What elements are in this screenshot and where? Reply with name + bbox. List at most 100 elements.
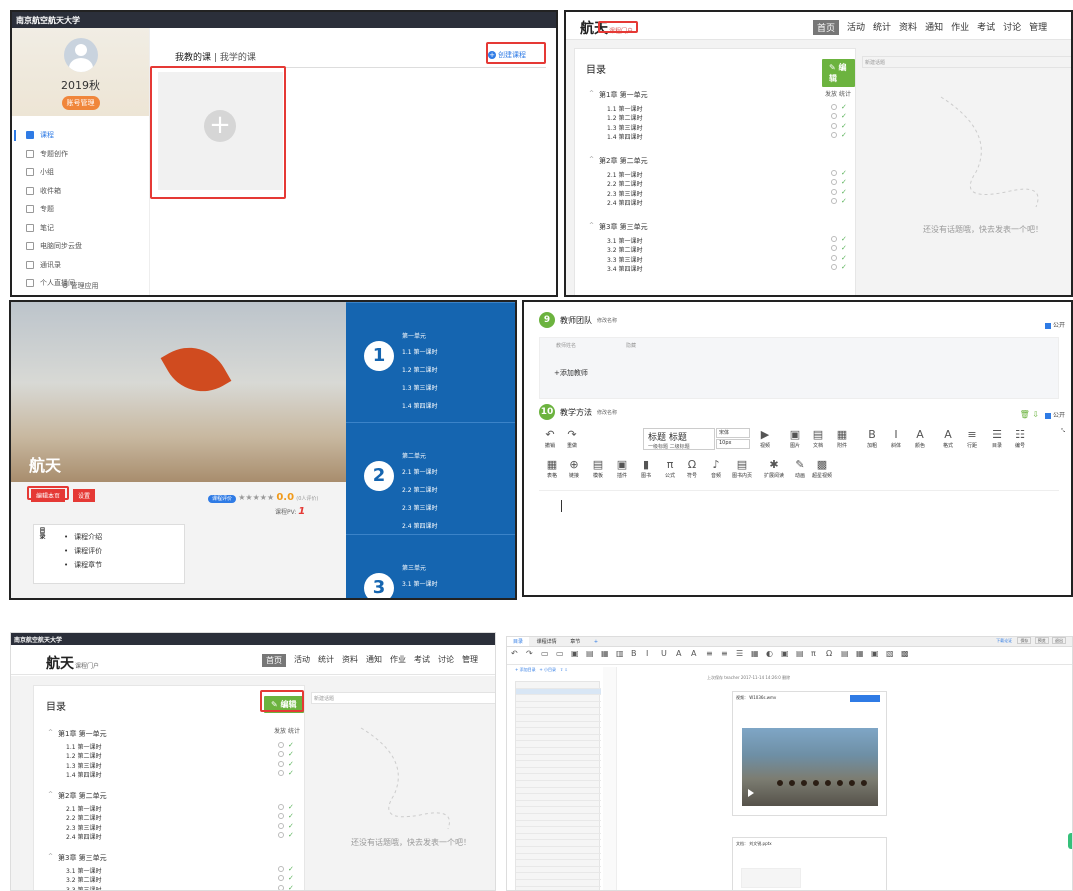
collapse-chevron-icon[interactable]: ^ [48,729,53,736]
nav-home-2[interactable]: 首页 [262,654,286,667]
release-status[interactable]: ✓ [831,122,847,130]
unit-lesson-link[interactable]: 2.2 第二课时 [402,485,437,494]
tree-row[interactable] [516,774,601,781]
ribbon-icon-25[interactable]: ▧ [886,649,894,658]
toolbar-button-1[interactable]: ↷ 重做 [561,428,583,449]
lesson-item[interactable]: 3.1 第一课时 [66,866,101,875]
tree-row[interactable] [516,695,601,702]
collapse-chevron-icon[interactable]: ^ [48,853,53,860]
release-circle-icon[interactable] [278,742,284,749]
toolbar-button-row2-9[interactable]: ✱ 扩展阅读 [761,458,787,479]
ribbon-icon-21[interactable]: Ω [826,649,832,658]
add-teacher-button[interactable]: +添加教师 [554,368,588,378]
splitter[interactable] [603,667,617,890]
sidebar-item-course[interactable]: 课程 [12,126,149,145]
toolbar-button-11[interactable]: ☰ 目录 [986,428,1008,449]
ribbon-icon-11[interactable]: A [676,649,681,658]
tree-row[interactable] [516,715,601,722]
ribbon-icon-2[interactable]: ▭ [541,649,549,658]
ribbon-icon-1[interactable]: ↷ [526,649,533,658]
lesson-item[interactable]: 2.3 第三课时 [607,189,642,198]
tab-course-detail[interactable]: 课程详情 [531,637,563,646]
tree-row[interactable] [516,867,601,874]
release-status[interactable]: ✓ [278,769,294,777]
toolbar-button-row2-7[interactable]: ♪ 音频 [703,458,729,479]
ribbon-icon-12[interactable]: A [691,649,696,658]
release-circle-icon[interactable] [831,188,837,195]
unit-lesson-link[interactable]: 2.3 第三课时 [402,503,437,512]
tree-row[interactable] [516,840,601,847]
toolbar-button-row2-4[interactable]: ▮ 图书 [633,458,659,479]
lesson-item[interactable]: 2.4 第四课时 [66,832,101,841]
toolbar-button-10[interactable]: ≡ 行距 [961,428,983,449]
release-circle-icon[interactable] [278,884,284,890]
ribbon-icon-3[interactable]: ▭ [556,649,564,658]
release-circle-icon[interactable] [831,113,837,120]
list-actions[interactable]: + 添加目录 + 小目录 ⇧ ⇩ [515,667,600,679]
lesson-item[interactable]: 2.2 第二课时 [607,179,642,188]
chapter-title[interactable]: 第2章 第二单元 [599,156,648,166]
toc-item-intro[interactable]: 课程介绍 [64,532,102,546]
chapter-title[interactable]: 第2章 第二单元 [58,791,107,801]
ribbon-icon-15[interactable]: ☰ [736,649,743,658]
course-logo[interactable]: 航天课程门户 [580,18,633,38]
lesson-item[interactable]: 2.2 第二课时 [66,813,101,822]
settings-button[interactable]: 设置 [73,489,96,502]
lesson-item[interactable]: 2.1 第一课时 [607,170,642,179]
release-circle-icon[interactable] [278,769,284,776]
tree-row[interactable] [516,834,601,841]
toolbar-button-row2-1[interactable]: ⊕ 链接 [561,458,587,479]
ribbon-icon-19[interactable]: ▤ [796,649,804,658]
release-circle-icon[interactable] [831,198,837,205]
release-status[interactable]: ✓ [278,874,294,882]
release-circle-icon[interactable] [831,169,837,176]
preview-button[interactable]: 预览 [1034,637,1049,644]
tree-row[interactable] [516,854,601,861]
ribbon-icon-20[interactable]: π [811,649,816,658]
release-circle-icon[interactable] [831,132,837,139]
release-status[interactable]: ✓ [278,822,294,830]
tree-row[interactable] [516,860,601,867]
chapter-title[interactable]: 第3章 第三单元 [599,222,648,232]
tab-catalog[interactable]: 目录 [507,637,530,646]
document-preview[interactable] [741,868,801,888]
collapse-chevron-icon[interactable]: ^ [589,156,594,163]
ribbon-icon-22[interactable]: ▤ [841,649,849,658]
ribbon-icon-10[interactable]: U [661,649,667,658]
unit-lesson-link[interactable]: 2.1 第一课时 [402,467,437,476]
video-card[interactable]: 视频： W1036s.wmv [732,691,887,816]
nav-discussion-2[interactable]: 讨论 [438,654,454,667]
ribbon-icon-9[interactable]: I [646,649,648,658]
nav-home[interactable]: 首页 [813,20,840,35]
nav-manage-2[interactable]: 管理 [462,654,478,667]
tree-row[interactable] [516,814,601,821]
nav-materials-2[interactable]: 资料 [342,654,358,667]
collapse-chevron-icon[interactable]: ^ [589,90,594,97]
tree-row[interactable] [516,708,601,715]
lesson-item[interactable]: 1.1 第一课时 [66,742,101,751]
release-status[interactable]: ✓ [831,188,847,196]
release-circle-icon[interactable] [831,245,837,252]
play-icon[interactable] [748,789,754,797]
release-status[interactable]: ✓ [831,112,847,120]
course-logo-2[interactable]: 航天课程门户 [46,653,99,673]
release-circle-icon[interactable] [278,822,284,829]
release-status[interactable]: ✓ [278,803,294,811]
video-action-buttons[interactable] [850,695,880,702]
release-status[interactable]: ✓ [831,131,847,139]
edit-button[interactable]: ✎ 编辑 [822,59,855,87]
release-circle-icon[interactable] [278,831,284,838]
release-circle-icon[interactable] [831,235,837,242]
release-circle-icon[interactable] [831,122,837,129]
toolbar-button-9[interactable]: A 格式 [937,428,959,449]
toolbar-button-12[interactable]: ☷ 编号 [1009,428,1031,449]
release-circle-icon[interactable] [831,103,837,110]
release-status[interactable]: ✓ [831,197,847,205]
release-status[interactable]: ✓ [278,741,294,749]
release-circle-icon[interactable] [278,751,284,758]
unit-lesson-link[interactable]: 1.4 第四课时 [402,401,437,410]
tree-row[interactable] [516,735,601,742]
sidebar-item-topic-creation[interactable]: 专题创作 [12,145,149,164]
ribbon-icon-13[interactable]: ≡ [706,649,713,658]
tab-chapter[interactable]: 章节 [564,637,586,646]
